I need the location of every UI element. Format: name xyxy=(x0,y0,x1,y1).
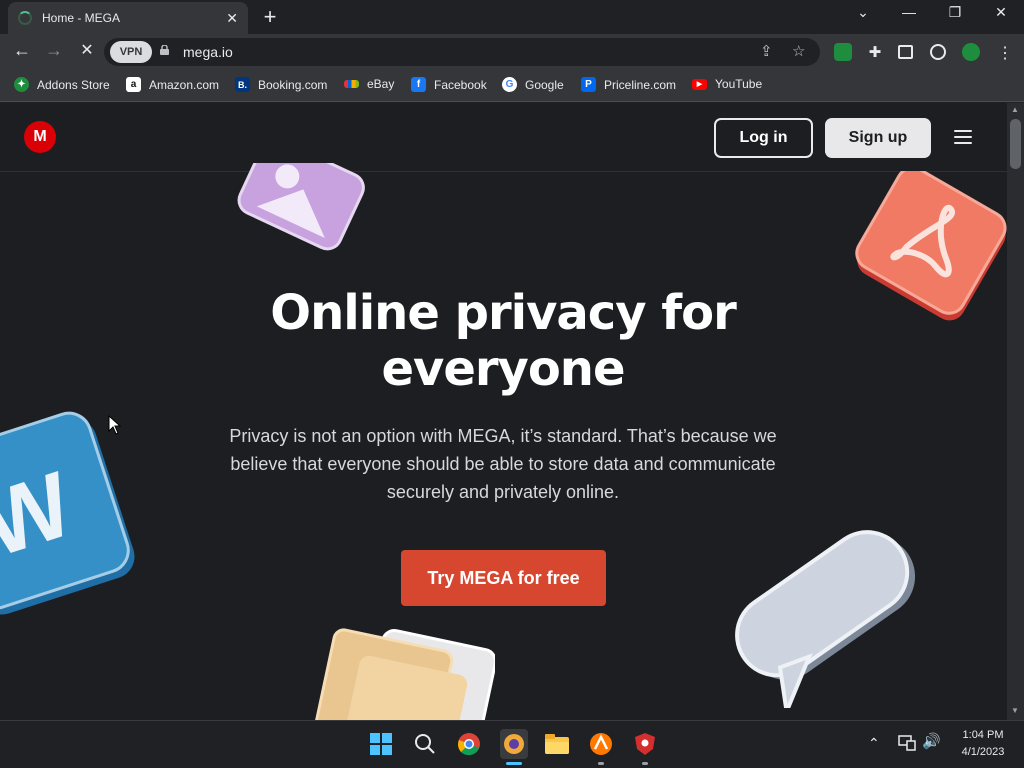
windows-taskbar: ⌃ 🔊 1:04 PM 4/1/2023 xyxy=(0,720,1024,768)
scroll-up-arrow-icon[interactable]: ▲ xyxy=(1011,105,1019,114)
profile-avatar-icon[interactable] xyxy=(930,44,946,60)
chat-bubble-icon xyxy=(735,530,916,708)
forward-button[interactable]: → xyxy=(42,40,66,61)
mouse-cursor-icon xyxy=(108,415,122,435)
active-browser-icon[interactable] xyxy=(500,729,528,759)
active-app-indicator xyxy=(506,762,522,765)
windows-start-icon[interactable] xyxy=(368,731,394,757)
bookmark-amazon[interactable]: a Amazon.com xyxy=(126,77,219,92)
booking-icon: B. xyxy=(235,77,250,92)
vpn-badge[interactable]: VPN xyxy=(110,41,152,63)
bookmark-addons-store[interactable]: ✦ Addons Store xyxy=(14,77,110,92)
running-app-indicator xyxy=(598,762,604,765)
hero-title-line-2: everyone xyxy=(381,341,625,397)
bookmark-label: Priceline.com xyxy=(604,77,677,92)
network-icon[interactable] xyxy=(898,733,916,754)
hero-description-line-3: securely and privately online. xyxy=(386,482,620,502)
minimize-button[interactable]: — xyxy=(894,4,924,20)
avast-icon[interactable] xyxy=(588,731,614,757)
amazon-icon: a xyxy=(126,77,141,92)
priceline-icon: P xyxy=(581,77,596,92)
scroll-down-arrow-icon[interactable]: ▼ xyxy=(1011,706,1019,715)
bookmark-label: YouTube xyxy=(715,77,763,91)
ebay-icon xyxy=(344,80,359,88)
file-explorer-icon[interactable] xyxy=(544,731,570,757)
bookmark-ebay[interactable]: eBay xyxy=(344,77,394,91)
hero-description-line-1: Privacy is not an option with MEGA, it’s… xyxy=(229,426,777,446)
facebook-icon: f xyxy=(411,77,426,92)
chrome-icon[interactable] xyxy=(456,731,482,757)
bookmark-youtube[interactable]: ▶ YouTube xyxy=(692,77,762,91)
addons-store-icon: ✦ xyxy=(14,77,29,92)
new-tab-button[interactable]: + xyxy=(258,4,282,30)
shield-extension-icon[interactable] xyxy=(962,43,980,61)
address-bar[interactable]: VPN mega.io ⇪ ☆ xyxy=(104,38,820,66)
clock-date[interactable]: 4/1/2023 xyxy=(952,746,1014,758)
security-shield-icon[interactable] xyxy=(632,731,658,757)
tab-search-chevron-icon[interactable]: ⌄ xyxy=(848,4,878,21)
word-document-icon: W xyxy=(0,411,135,615)
back-button[interactable]: ← xyxy=(10,40,34,61)
extensions-puzzle-icon[interactable]: ✚ xyxy=(866,43,884,61)
youtube-icon: ▶ xyxy=(692,78,707,90)
mega-logo[interactable]: M xyxy=(24,121,56,153)
bookmark-label: Amazon.com xyxy=(149,77,220,92)
google-icon: G xyxy=(502,77,517,92)
url-text[interactable]: mega.io xyxy=(183,44,233,60)
lock-icon[interactable] xyxy=(160,45,169,55)
bookmark-label: Facebook xyxy=(434,77,487,92)
bookmark-star-icon[interactable]: ☆ xyxy=(792,42,805,60)
login-button[interactable]: Log in xyxy=(714,118,813,158)
side-panel-icon[interactable] xyxy=(898,45,913,59)
more-menu-icon[interactable]: ⋮ xyxy=(996,43,1014,62)
close-window-button[interactable]: ✕ xyxy=(986,4,1016,21)
bookmark-facebook[interactable]: f Facebook xyxy=(411,77,487,92)
bookmark-google[interactable]: G Google xyxy=(502,77,564,92)
bookmark-label: Addons Store xyxy=(37,77,110,92)
tab-title: Home - MEGA xyxy=(42,11,121,25)
pdf-file-icon xyxy=(855,171,1007,321)
web-page: M Log in Sign up W Online privacy for ev… xyxy=(0,103,1007,720)
bookmark-label: eBay xyxy=(367,77,395,91)
bookmark-priceline[interactable]: P Priceline.com xyxy=(581,77,676,92)
tab-home-mega[interactable]: Home - MEGA ✕ xyxy=(8,2,248,34)
hero-title-line-1: Online privacy for xyxy=(270,285,736,341)
restore-button[interactable]: ❐ xyxy=(940,4,970,21)
bookmark-label: Booking.com xyxy=(258,77,328,92)
hero-description: Privacy is not an option with MEGA, it’s… xyxy=(193,422,813,506)
bookmark-label: Google xyxy=(525,77,564,92)
vpn-extension-icon[interactable] xyxy=(834,43,852,61)
hamburger-menu-icon[interactable] xyxy=(954,130,972,144)
bookmark-booking[interactable]: B. Booking.com xyxy=(235,77,327,92)
browser-toolbar: ← → ✕ VPN mega.io ⇪ ☆ ✚ ⋮ xyxy=(0,34,1024,70)
volume-icon[interactable]: 🔊 xyxy=(922,732,941,750)
clock-time[interactable]: 1:04 PM xyxy=(955,729,1011,741)
close-tab-icon[interactable]: ✕ xyxy=(226,10,238,27)
page-scrollbar[interactable]: ▲ ▼ xyxy=(1007,103,1024,720)
tab-strip: Home - MEGA ✕ + ⌄ — ❐ ✕ xyxy=(0,0,1024,34)
scrollbar-thumb[interactable] xyxy=(1010,119,1021,169)
try-mega-free-button[interactable]: Try MEGA for free xyxy=(401,550,606,606)
site-header: M Log in Sign up xyxy=(0,103,1007,172)
signup-button[interactable]: Sign up xyxy=(825,118,931,158)
share-icon[interactable]: ⇪ xyxy=(760,42,773,60)
image-file-icon xyxy=(237,163,365,251)
running-app-indicator xyxy=(642,762,648,765)
hero-title: Online privacy for everyone xyxy=(203,285,803,397)
search-icon[interactable] xyxy=(412,731,438,757)
hero-description-line-2: believe that everyone should be able to … xyxy=(230,454,776,474)
show-hidden-icons-chevron-icon[interactable]: ⌃ xyxy=(868,735,880,752)
stop-loading-button[interactable]: ✕ xyxy=(75,40,99,60)
loading-spinner-icon xyxy=(18,11,32,25)
folder-icon xyxy=(313,628,495,720)
bookmarks-bar: ✦ Addons Store a Amazon.com B. Booking.c… xyxy=(0,70,1024,102)
